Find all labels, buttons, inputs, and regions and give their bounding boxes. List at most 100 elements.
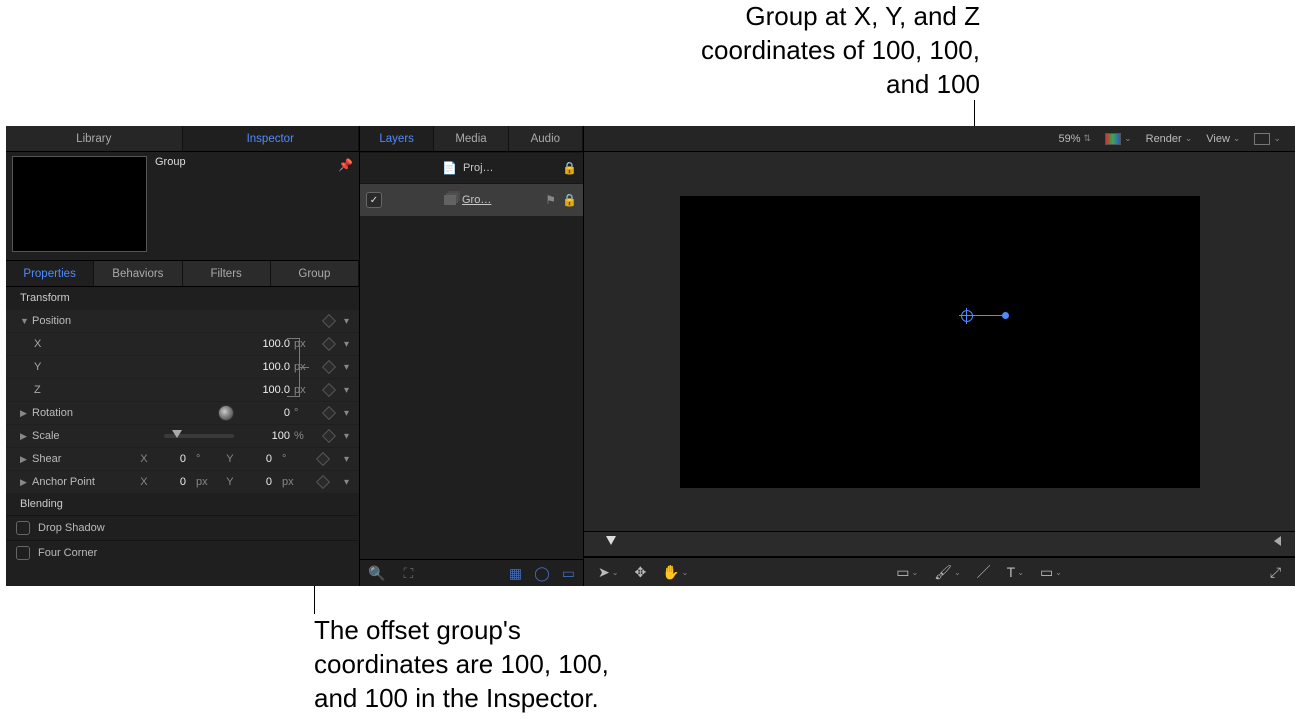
flag-icon[interactable]: ⚑ <box>545 193 556 207</box>
param-anchor-point[interactable]: ▶ Anchor Point X 0px Y 0px ▾ <box>6 470 359 493</box>
tab-media[interactable]: Media <box>434 126 508 151</box>
anchor-x-value[interactable]: 0 <box>162 476 186 488</box>
view-menu[interactable]: View⌄ <box>1206 133 1240 145</box>
tab-audio[interactable]: Audio <box>509 126 583 151</box>
param-position[interactable]: ▼ Position ▾ <box>6 309 359 332</box>
chevron-down-icon: ⌄ <box>1124 133 1132 144</box>
chevron-down-icon: ⌄ <box>1185 133 1193 144</box>
mask-tool[interactable]: ▭⌄ <box>1040 564 1062 581</box>
tab-library[interactable]: Library <box>6 126 183 151</box>
z-value[interactable]: 100.0 <box>244 384 290 396</box>
param-position-z[interactable]: Z 100.0px▾ <box>6 378 359 401</box>
keyframe-diamond-icon[interactable] <box>322 383 336 397</box>
param-menu-icon[interactable]: ▾ <box>344 316 349 327</box>
zoom-selector[interactable]: 59%⇅ <box>1059 133 1092 145</box>
keyframe-diamond-icon[interactable] <box>316 475 330 489</box>
param-menu-icon[interactable]: ▾ <box>344 477 349 488</box>
param-scale[interactable]: ▶ Scale 100%▾ <box>6 424 359 447</box>
keyframe-diamond-icon[interactable] <box>322 314 336 328</box>
keyframe-diamond-icon[interactable] <box>322 337 336 351</box>
playhead-icon[interactable] <box>606 536 616 545</box>
rotation-dial[interactable] <box>218 405 234 421</box>
lock-icon[interactable]: 🔒 <box>562 193 577 207</box>
color-channels-menu[interactable]: ⌄ <box>1105 133 1132 145</box>
param-menu-icon[interactable]: ▾ <box>344 454 349 465</box>
mini-timeline[interactable] <box>584 531 1295 557</box>
x-value[interactable]: 100.0 <box>244 338 290 350</box>
z-label: Z <box>20 384 106 396</box>
maximize-icon[interactable]: ⛶ <box>403 565 413 582</box>
fullscreen-icon[interactable]: ⤢ <box>1270 564 1281 581</box>
render-menu[interactable]: Render⌄ <box>1146 133 1193 145</box>
canvas-viewport[interactable] <box>584 152 1295 531</box>
tab-inspector[interactable]: Inspector <box>183 126 360 151</box>
out-point-icon[interactable] <box>1274 536 1281 546</box>
transform-gizmo[interactable] <box>966 310 1014 324</box>
layout-menu[interactable]: ⌄ <box>1254 133 1281 145</box>
group-name[interactable]: Gro… <box>462 194 491 206</box>
subtab-group[interactable]: Group <box>271 261 359 286</box>
text-tool[interactable]: T⌄ <box>1007 564 1024 580</box>
shear-y-value[interactable]: 0 <box>248 453 272 465</box>
3d-transform-tool[interactable]: ✥ <box>634 564 646 581</box>
param-menu-icon[interactable]: ▾ <box>344 431 349 442</box>
anchor-y-value[interactable]: 0 <box>248 476 272 488</box>
layers-panel: 📄 Proj… 🔒 ✓ Gro… ⚑ 🔒 🔍 ⛶ <box>359 152 583 586</box>
chevron-down-icon: ⌄ <box>1233 133 1241 144</box>
grid-icon[interactable]: ▦ <box>509 565 522 582</box>
param-position-x[interactable]: X 100.0px▾ <box>6 332 359 355</box>
gizmo-handle-icon[interactable] <box>1002 312 1009 319</box>
inspector-title: Group <box>155 156 330 256</box>
paint-tool[interactable]: 🖌⌄ <box>934 564 960 581</box>
layer-list: 📄 Proj… 🔒 ✓ Gro… ⚑ 🔒 <box>360 152 583 559</box>
shear-x-value[interactable]: 0 <box>162 453 186 465</box>
param-drop-shadow[interactable]: Drop Shadow <box>6 515 359 540</box>
param-menu-icon[interactable]: ▾ <box>344 408 349 419</box>
subtab-properties[interactable]: Properties <box>6 261 94 286</box>
anchor-crosshair-icon[interactable] <box>961 310 973 322</box>
document-icon: 📄 <box>442 161 457 175</box>
camera-icon[interactable]: ▭ <box>562 565 575 582</box>
annotation-bottom: The offset group's coordinates are 100, … <box>314 614 644 715</box>
subtab-behaviors[interactable]: Behaviors <box>94 261 182 286</box>
search-icon[interactable]: 🔍 <box>368 565 385 582</box>
tab-layers[interactable]: Layers <box>360 126 434 151</box>
param-menu-icon[interactable]: ▾ <box>344 339 349 350</box>
layer-row-group[interactable]: ✓ Gro… ⚑ 🔒 <box>360 183 583 216</box>
keyframe-diamond-icon[interactable] <box>316 452 330 466</box>
pan-tool[interactable]: ✋⌄ <box>662 564 688 581</box>
transform-params: ▼ Position ▾ X 100.0px▾ Y 100.0px▾ Z 100… <box>6 309 359 493</box>
lock-icon[interactable]: 🔒 <box>562 161 577 175</box>
checkbox-icon[interactable] <box>16 521 30 535</box>
keyframe-diamond-icon[interactable] <box>322 406 336 420</box>
circle-icon[interactable]: ◯ <box>534 565 550 582</box>
inspector-subtabs: Properties Behaviors Filters Group <box>6 261 359 287</box>
scale-label: Scale <box>32 430 104 442</box>
param-menu-icon[interactable]: ▾ <box>344 362 349 373</box>
rotation-value[interactable]: 0 <box>244 407 290 419</box>
select-tool[interactable]: ➤⌄ <box>598 564 618 581</box>
pin-icon[interactable]: 📌 <box>338 156 353 256</box>
canvas-stage <box>680 196 1200 488</box>
disclosure-right-icon: ▶ <box>20 431 28 442</box>
keyframe-diamond-icon[interactable] <box>322 360 336 374</box>
scale-value[interactable]: 100 <box>244 430 290 442</box>
param-four-corner[interactable]: Four Corner <box>6 540 359 565</box>
zoom-value: 59% <box>1059 133 1081 145</box>
shape-tool[interactable]: ▭⌄ <box>896 564 918 581</box>
checkbox-icon[interactable] <box>16 546 30 560</box>
keyframe-diamond-icon[interactable] <box>322 429 336 443</box>
annotation-top: Group at X, Y, and Z coordinates of 100,… <box>675 0 980 101</box>
scale-slider[interactable] <box>164 434 234 438</box>
layer-row-project[interactable]: 📄 Proj… 🔒 <box>360 152 583 183</box>
inspector-header: Group 📌 <box>6 152 359 261</box>
param-menu-icon[interactable]: ▾ <box>344 385 349 396</box>
bracket-line <box>287 338 300 339</box>
param-shear[interactable]: ▶ Shear X 0° Y 0° ▾ <box>6 447 359 470</box>
bezier-tool[interactable]: ／ <box>977 562 991 582</box>
y-value[interactable]: 100.0 <box>244 361 290 373</box>
subtab-filters[interactable]: Filters <box>183 261 271 286</box>
param-rotation[interactable]: ▶ Rotation 0°▾ <box>6 401 359 424</box>
disclosure-right-icon: ▶ <box>20 454 28 465</box>
visibility-checkbox[interactable]: ✓ <box>366 192 382 208</box>
